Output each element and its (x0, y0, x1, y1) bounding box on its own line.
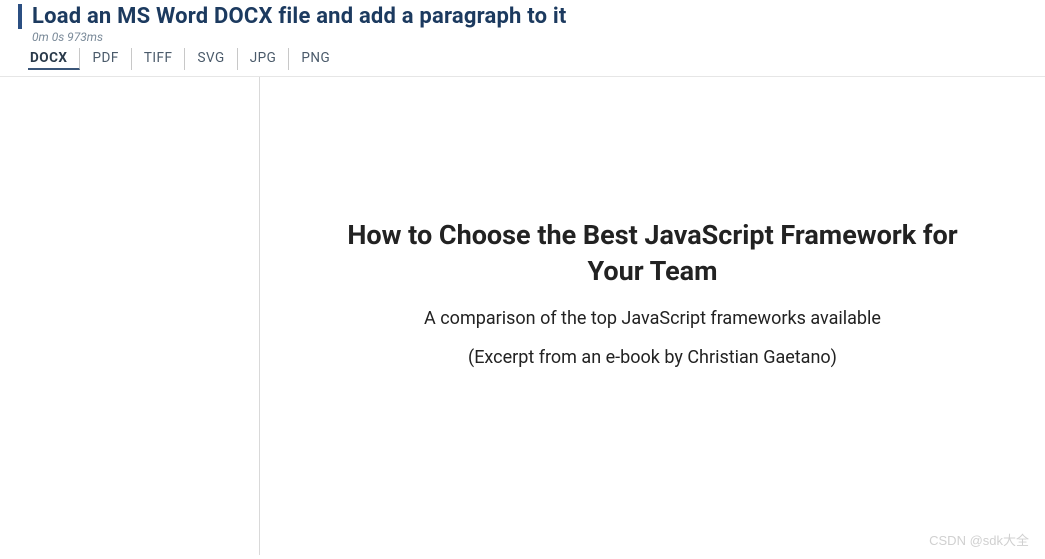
tab-png[interactable]: PNG (289, 48, 342, 70)
page-title: Load an MS Word DOCX file and add a para… (32, 4, 567, 29)
tab-pdf[interactable]: PDF (80, 48, 131, 70)
tab-tiff[interactable]: TIFF (132, 48, 186, 70)
execution-timing: 0m 0s 973ms (18, 30, 1045, 44)
thumbnail-pane[interactable] (0, 77, 260, 555)
document-subtitle: A comparison of the top JavaScript frame… (260, 308, 1045, 329)
tab-svg[interactable]: SVG (185, 48, 237, 70)
document-pane[interactable]: How to Choose the Best JavaScript Framew… (260, 77, 1045, 555)
tab-docx[interactable]: DOCX (28, 48, 80, 70)
title-bar: Load an MS Word DOCX file and add a para… (18, 4, 1045, 29)
document-excerpt: (Excerpt from an e-book by Christian Gae… (260, 347, 1045, 368)
document-viewer: How to Choose the Best JavaScript Framew… (0, 76, 1045, 555)
document-title: How to Choose the Best JavaScript Framew… (343, 217, 963, 290)
tab-jpg[interactable]: JPG (238, 48, 290, 70)
format-tabs: DOCX PDF TIFF SVG JPG PNG (18, 48, 1045, 70)
page-header: Load an MS Word DOCX file and add a para… (0, 0, 1045, 70)
watermark: CSDN @sdk大全 (929, 530, 1029, 549)
